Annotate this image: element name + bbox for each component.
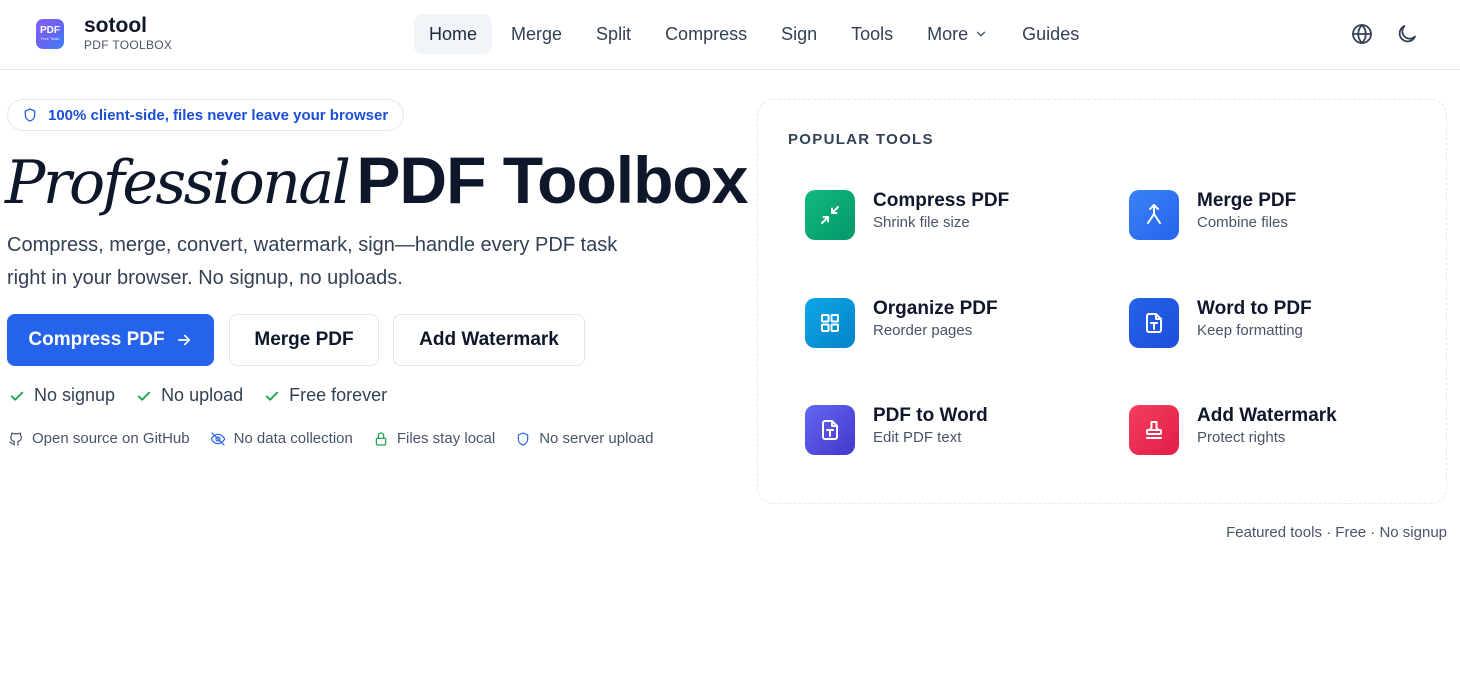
check-icon [10, 391, 24, 401]
benefit-item: Free forever [263, 385, 387, 406]
tool-word-to-pdf[interactable]: Word to PDF Keep formatting [1129, 298, 1429, 352]
tool-icon-bg [1129, 405, 1179, 455]
github-link[interactable]: Open source on GitHub [8, 430, 190, 447]
trust-item: Files stay local [373, 430, 495, 447]
tool-icon-bg [1129, 298, 1179, 348]
compress-pdf-button-label: Compress PDF [28, 329, 165, 350]
brand-subtitle: PDF TOOLBOX [84, 38, 173, 52]
trust-item: No server upload [515, 430, 653, 447]
popular-tools-title: POPULAR TOOLS [788, 131, 934, 148]
stamp-icon [1146, 421, 1162, 439]
badge-text: 100% client-side, files never leave your… [48, 106, 389, 124]
tool-pdf-to-word[interactable]: PDF to Word Edit PDF text [805, 405, 1105, 459]
logo-icon[interactable]: PDF Free Tools [36, 19, 64, 49]
trust-item: No data collection [210, 430, 353, 447]
benefit-item: No signup [8, 385, 115, 406]
tool-icon-bg [805, 298, 855, 348]
brand-name: sotool [84, 14, 147, 37]
trust-list: Open source on GitHub No data collection… [8, 430, 653, 447]
nav-split[interactable]: Split [581, 14, 646, 54]
text-file-icon [822, 420, 838, 440]
tool-icon-bg [805, 405, 855, 455]
tool-organize-pdf[interactable]: Organize PDF Reorder pages [805, 298, 1105, 352]
featured-footnote: Featured tools · Free · No signup [1226, 524, 1447, 541]
check-icon [265, 391, 279, 401]
nav-sign[interactable]: Sign [766, 14, 832, 54]
tool-add-watermark[interactable]: Add Watermark Protect rights [1129, 405, 1429, 459]
benefit-list: No signup No upload Free forever [8, 385, 387, 406]
globe-icon[interactable] [1350, 22, 1374, 46]
lock-icon [375, 431, 387, 446]
grid-icon [821, 314, 839, 332]
page-title: Professional PDF Toolbox [5, 140, 748, 232]
tool-icon-bg [1129, 190, 1179, 240]
word-file-icon [1146, 313, 1162, 333]
arrow-right-icon [177, 334, 190, 346]
eye-off-icon [210, 431, 225, 446]
main-nav: Home Merge Split Compress Sign Tools Mor… [414, 14, 1094, 54]
nav-compress[interactable]: Compress [650, 14, 762, 54]
compress-icon [821, 206, 839, 224]
nav-merge[interactable]: Merge [496, 14, 577, 54]
nav-more[interactable]: More [912, 14, 1003, 54]
add-watermark-button[interactable]: Add Watermark [393, 314, 585, 366]
client-side-badge: 100% client-side, files never leave your… [7, 99, 405, 131]
title-italic: Professional [5, 148, 351, 218]
tool-compress-pdf[interactable]: Compress PDF Shrink file size [805, 190, 1105, 244]
top-header: PDF Free Tools sotool PDF TOOLBOX Home M… [0, 0, 1460, 70]
moon-icon[interactable] [1395, 22, 1419, 46]
github-icon [9, 431, 22, 446]
benefit-item: No upload [135, 385, 243, 406]
tool-icon-bg [805, 190, 855, 240]
chevron-down-icon [977, 31, 986, 37]
tool-merge-pdf[interactable]: Merge PDF Combine files [1129, 190, 1429, 244]
popular-tools-card: POPULAR TOOLS Compress PDF Shrink file s… [757, 99, 1447, 504]
compress-pdf-button[interactable]: Compress PDF [7, 314, 214, 366]
nav-home[interactable]: Home [414, 14, 493, 54]
hero-description: Compress, merge, convert, watermark, sig… [7, 234, 618, 289]
title-bold: PDF Toolbox [356, 143, 748, 217]
shield-icon [24, 108, 36, 122]
check-icon [137, 391, 151, 401]
brand[interactable]: sotool PDF TOOLBOX [84, 14, 172, 52]
merge-pdf-button[interactable]: Merge PDF [229, 314, 379, 366]
merge-icon [1147, 204, 1161, 224]
nav-more-label: More [927, 23, 969, 44]
nav-guides[interactable]: Guides [1007, 14, 1094, 54]
nav-tools[interactable]: Tools [836, 14, 908, 54]
shield-icon [517, 431, 529, 446]
